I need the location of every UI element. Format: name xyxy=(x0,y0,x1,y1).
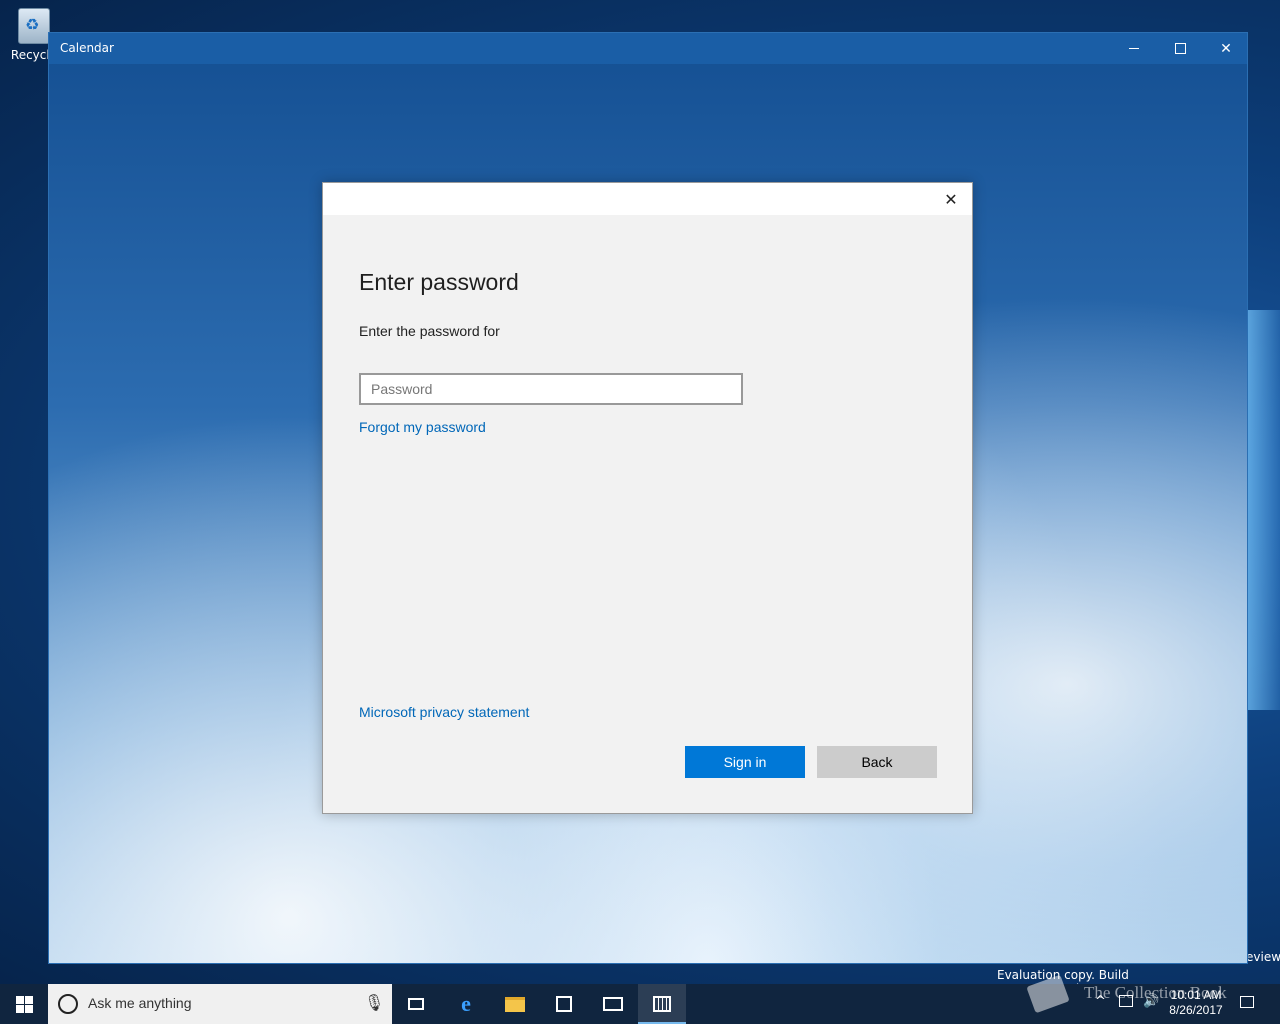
task-view-icon xyxy=(408,998,424,1010)
dialog-header: ✕ xyxy=(323,183,972,215)
maximize-icon xyxy=(1174,43,1186,54)
cortana-icon xyxy=(58,994,78,1014)
maximize-button[interactable] xyxy=(1157,33,1203,64)
calendar-taskbar-button[interactable] xyxy=(638,984,686,1024)
desktop-wallpaper-logo xyxy=(1248,310,1280,710)
store-icon xyxy=(556,996,572,1012)
minimize-icon xyxy=(1129,48,1139,49)
close-icon: ✕ xyxy=(944,189,958,209)
password-input[interactable] xyxy=(359,373,743,405)
start-button[interactable] xyxy=(0,984,48,1024)
book-logo-icon xyxy=(1026,974,1070,1014)
dialog-close-button[interactable]: ✕ xyxy=(940,188,962,210)
edge-icon: e xyxy=(461,991,471,1016)
brand-watermark: The Collection Book xyxy=(1026,974,1227,1014)
recycle-bin-icon xyxy=(18,8,50,44)
watermark-fragment: eview xyxy=(1246,950,1280,964)
search-box[interactable]: Ask me anything 🎙 xyxy=(48,984,392,1024)
search-placeholder: Ask me anything xyxy=(88,995,192,1011)
brand-text: The Collection Book xyxy=(1084,982,1227,1002)
forgot-password-link[interactable]: Forgot my password xyxy=(359,419,486,435)
notification-icon[interactable] xyxy=(1240,996,1254,1008)
task-view-button[interactable] xyxy=(392,984,440,1024)
mail-icon xyxy=(603,997,623,1011)
folder-icon xyxy=(505,996,525,1012)
file-explorer-button[interactable] xyxy=(491,984,539,1024)
minimize-button[interactable] xyxy=(1111,33,1157,64)
store-button[interactable] xyxy=(540,984,588,1024)
close-window-button[interactable]: ✕ xyxy=(1203,33,1249,64)
dialog-heading: Enter password xyxy=(359,269,519,295)
window-title: Calendar xyxy=(60,41,114,55)
dialog-subtitle: Enter the password for xyxy=(359,323,500,339)
calendar-icon xyxy=(653,996,671,1012)
window-titlebar[interactable]: Calendar ✕ xyxy=(49,33,1247,64)
close-icon: ✕ xyxy=(1220,40,1232,57)
windows-logo-icon xyxy=(15,995,33,1013)
privacy-statement-link[interactable]: Microsoft privacy statement xyxy=(359,704,529,720)
password-dialog: ✕ Enter password Enter the password for … xyxy=(322,182,973,814)
back-button[interactable]: Back xyxy=(817,746,937,778)
edge-button[interactable]: e xyxy=(442,984,490,1024)
microphone-icon[interactable]: 🎙 xyxy=(364,993,384,1012)
mail-button[interactable] xyxy=(589,984,637,1024)
sign-in-button[interactable]: Sign in xyxy=(685,746,805,778)
